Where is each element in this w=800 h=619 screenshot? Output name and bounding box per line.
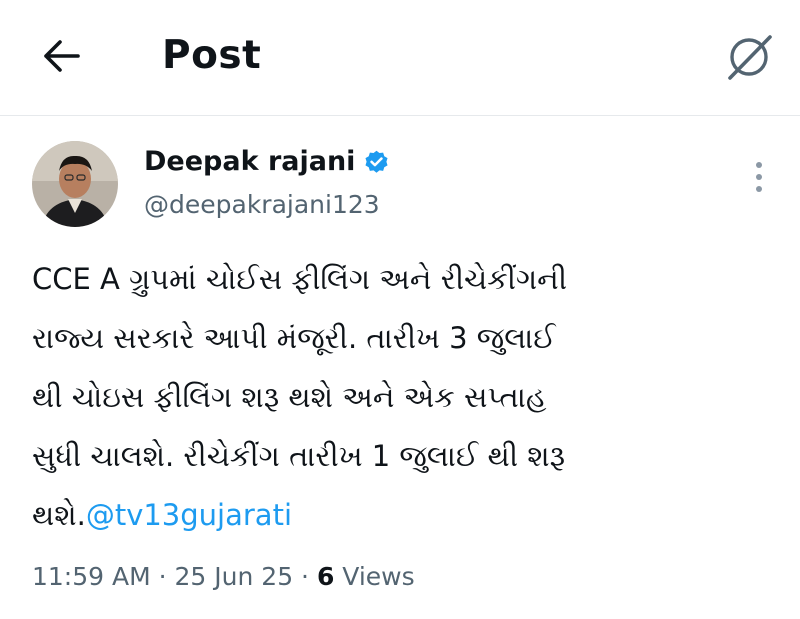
post-text-line: થી ચોઇસ ફીલિંગ શરૂ થશે અને એક સપ્તાહ: [32, 380, 547, 414]
top-bar: Post: [0, 0, 800, 116]
post-text-line: થશે.@tv13gujarati: [32, 486, 772, 545]
post-time[interactable]: 11:59 AM: [32, 562, 151, 591]
meta-separator: ·: [150, 562, 175, 591]
author-name-text: Deepak rajani: [144, 146, 356, 177]
avatar-photo: [32, 141, 118, 227]
post-text: CCE A ગ્રુપમાં ચોઈસ ફીલિંગ અને રીચેકીંગન…: [32, 250, 772, 545]
author-name[interactable]: Deepak rajani: [144, 144, 390, 180]
author-avatar[interactable]: [32, 141, 118, 227]
more-options-button[interactable]: [745, 158, 773, 196]
post-text-tail: થશે.: [32, 498, 86, 532]
views-count: 6: [316, 562, 335, 591]
views-label: Views: [334, 562, 415, 591]
post-text-line: CCE A ગ્રુપમાં ચોઈસ ફીલિંગ અને રીચેકીંગન…: [32, 262, 568, 296]
grok-button[interactable]: [722, 32, 776, 82]
post-meta: 11:59 AM · 25 Jun 25 · 6 Views: [32, 560, 415, 594]
arrow-left-icon: [44, 40, 80, 72]
grok-icon: [728, 35, 772, 80]
mention-link[interactable]: @tv13gujarati: [86, 498, 292, 532]
page-title: Post: [162, 33, 262, 78]
post-text-line: રાજ્ય સરકારે આપી મંજૂરી. તારીખ 3 જુલાઈ: [32, 321, 556, 355]
back-button[interactable]: [38, 36, 84, 76]
verified-badge-icon: [365, 150, 388, 173]
meta-separator: ·: [293, 562, 317, 591]
more-vertical-icon: [756, 162, 762, 192]
post-text-line: સુધી ચાલશે. રીચેકીંગ તારીખ 1 જુલાઈ થી શર…: [32, 439, 566, 473]
author-handle[interactable]: @deepakrajani123: [144, 188, 380, 222]
post-date[interactable]: 25 Jun 25: [175, 562, 294, 591]
